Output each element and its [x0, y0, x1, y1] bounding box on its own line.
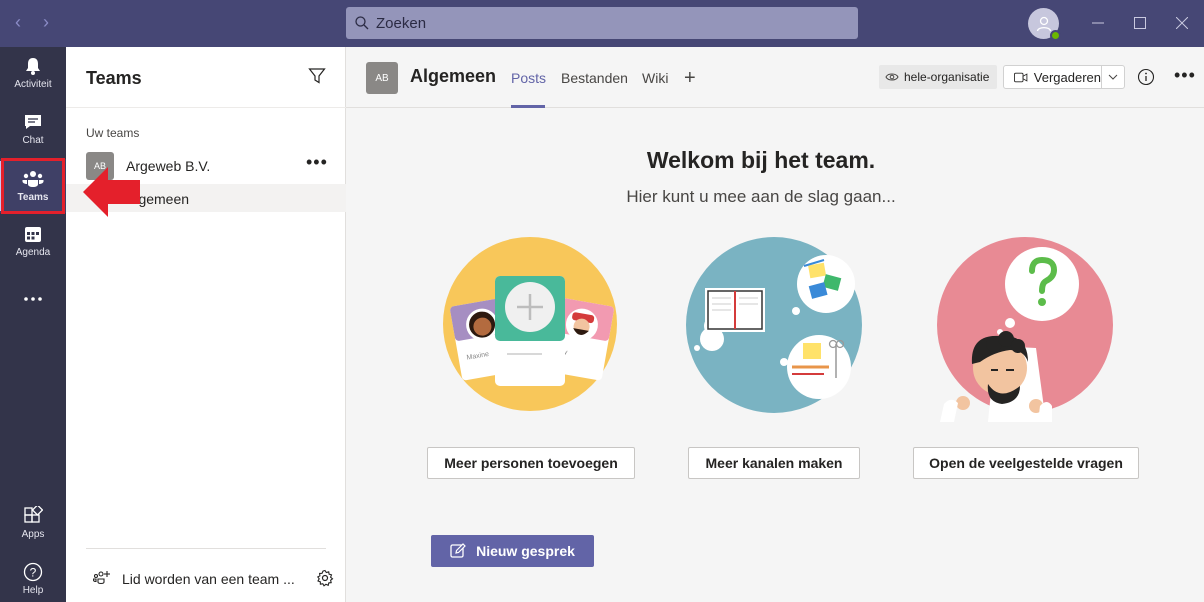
minimize-icon[interactable] — [1085, 10, 1111, 36]
chat-icon — [25, 115, 41, 129]
rail-label: Apps — [21, 529, 45, 540]
rail-item-apps[interactable]: Apps — [0, 497, 66, 549]
rail-item-activity[interactable]: Activiteit — [0, 47, 66, 99]
welcome-subtitle: Hier kunt u mee aan de slag gaan... — [626, 187, 896, 206]
more-icon — [24, 297, 42, 301]
join-team-label: Lid worden van een team ... — [122, 571, 295, 587]
eye-icon — [885, 73, 899, 81]
join-team-icon — [93, 571, 110, 585]
search-placeholder: Zoeken — [376, 14, 427, 32]
meet-now-button[interactable]: Vergaderen — [1004, 66, 1102, 88]
filter-icon[interactable] — [308, 67, 326, 90]
meet-label: Vergaderen — [1033, 69, 1101, 85]
tab-posts[interactable]: Posts — [511, 70, 546, 86]
chevron-down-icon[interactable] — [1102, 66, 1124, 88]
rail-label: Chat — [22, 135, 44, 146]
close-icon[interactable] — [1169, 10, 1195, 36]
app-rail: Activiteit Chat Teams Agenda Apps ? Help — [0, 47, 66, 602]
teams-highlight-box — [1, 158, 65, 214]
channel-header: AB Algemeen Posts Bestanden Wiki + hele-… — [346, 47, 1204, 108]
back-arrow-icon[interactable]: ‹ — [8, 12, 28, 32]
meet-button[interactable]: Vergaderen — [1003, 65, 1125, 89]
main-content: AB Algemeen Posts Bestanden Wiki + hele-… — [346, 47, 1204, 602]
welcome-title: Welkom bij het team. — [646, 147, 876, 173]
help-icon: ? — [23, 562, 43, 582]
rail-item-agenda[interactable]: Agenda — [0, 215, 66, 267]
tab-wiki[interactable]: Wiki — [642, 70, 668, 86]
svg-text:?: ? — [30, 566, 37, 580]
forward-arrow-icon[interactable]: › — [36, 12, 56, 32]
active-tab-indicator — [511, 105, 545, 108]
divider — [66, 107, 346, 108]
maximize-icon[interactable] — [1127, 10, 1153, 36]
new-conversation-button[interactable]: Nieuw gesprek — [431, 535, 594, 567]
add-tab-icon[interactable]: + — [684, 67, 696, 90]
org-wide-badge[interactable]: hele-organisatie — [879, 65, 998, 89]
calendar-icon — [25, 227, 41, 242]
add-channels-illustration — [686, 237, 862, 413]
channel-avatar: AB — [366, 62, 398, 94]
teams-panel: Teams Uw teams AB Argeweb B.V. ••• Algem… — [66, 47, 346, 602]
team-more-options-icon[interactable]: ••• — [306, 152, 328, 173]
add-people-button[interactable]: Meer personen toevoegen — [427, 447, 635, 479]
panel-title: Teams — [86, 68, 142, 88]
channel-title: Algemeen — [410, 66, 497, 86]
faq-illustration — [937, 237, 1113, 422]
add-people-illustration: Maxine y — [443, 237, 617, 411]
rail-item-chat[interactable]: Chat — [0, 103, 66, 155]
info-icon[interactable] — [1137, 68, 1155, 86]
user-icon — [1036, 16, 1051, 31]
tab-bestanden[interactable]: Bestanden — [561, 70, 628, 86]
gear-icon[interactable] — [316, 569, 334, 587]
rail-label: Agenda — [15, 247, 51, 258]
rail-label: Help — [22, 585, 44, 596]
compose-icon — [450, 543, 466, 558]
new-conversation-label: Nieuw gesprek — [476, 543, 575, 559]
org-label: hele-organisatie — [904, 70, 990, 84]
join-team-button[interactable]: Lid worden van een team ... — [66, 563, 346, 593]
more-options-icon[interactable]: ••• — [1174, 65, 1196, 86]
title-bar: ‹ › Zoeken — [0, 0, 1204, 47]
profile-avatar[interactable] — [1028, 8, 1061, 41]
search-icon — [355, 16, 369, 30]
create-channels-button[interactable]: Meer kanalen maken — [688, 447, 860, 479]
apps-icon — [24, 506, 43, 523]
rail-item-help[interactable]: ? Help — [0, 553, 66, 602]
presence-status-icon — [1050, 30, 1061, 41]
section-label: Uw teams — [86, 126, 140, 140]
search-input[interactable]: Zoeken — [346, 7, 858, 39]
open-faq-button[interactable]: Open de veelgestelde vragen — [913, 447, 1139, 479]
red-arrow-annotation — [83, 167, 140, 217]
divider — [86, 548, 326, 549]
rail-label: Activiteit — [14, 79, 52, 90]
bell-icon — [26, 58, 40, 75]
video-camera-icon — [1014, 72, 1028, 82]
rail-item-more[interactable] — [0, 271, 66, 327]
